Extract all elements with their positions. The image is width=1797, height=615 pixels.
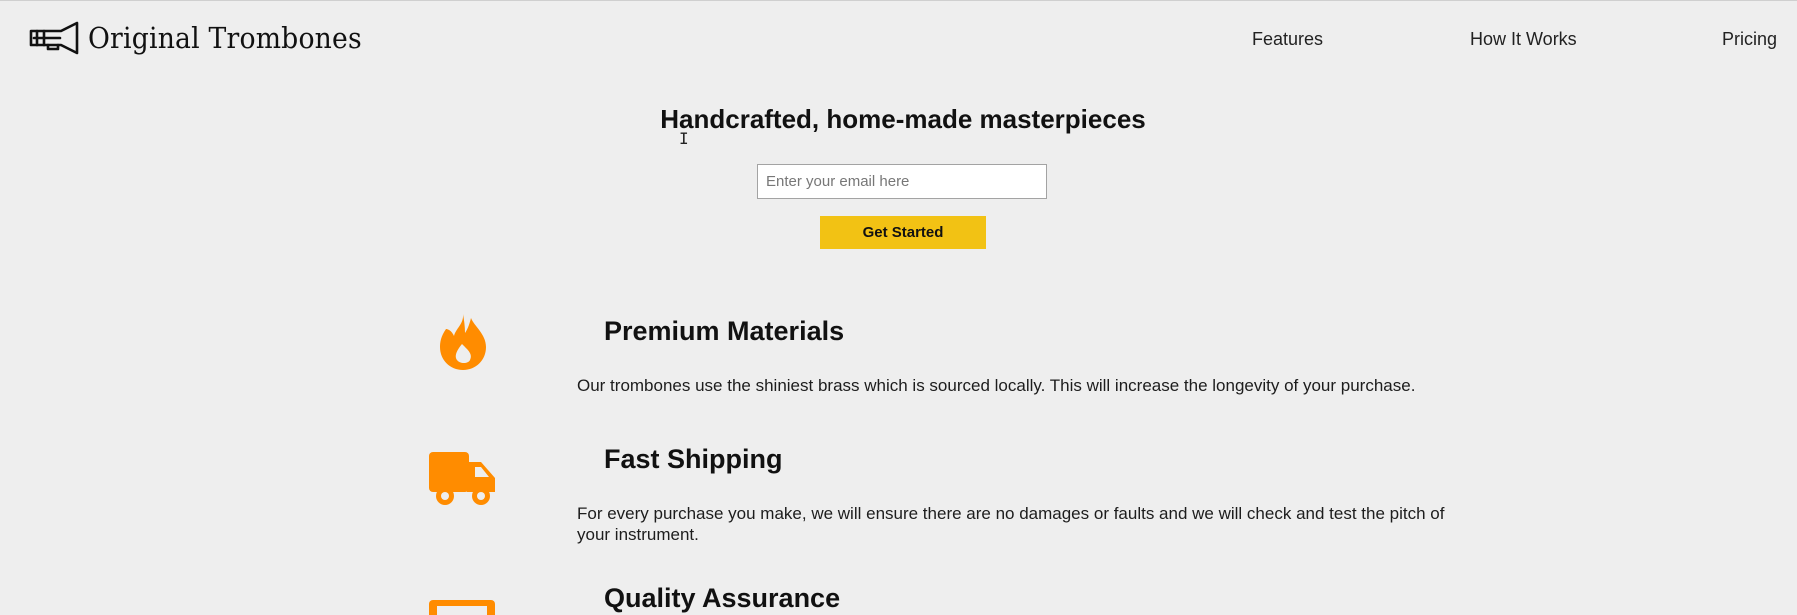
brand-logo-link[interactable]: Original Trombones [28, 18, 386, 58]
nav-link-pricing[interactable]: Pricing [1722, 29, 1777, 50]
brand-name: Original Trombones [88, 21, 362, 55]
get-started-button[interactable]: Get Started [820, 216, 986, 249]
nav-link-how-it-works[interactable]: How It Works [1470, 29, 1577, 50]
nav-link-features[interactable]: Features [1252, 29, 1323, 50]
feature-description: For every purchase you make, we will ens… [577, 504, 1445, 544]
fire-icon [440, 314, 486, 370]
site-header: Original Trombones Features How It Works… [0, 0, 1797, 78]
landing-page: Original Trombones Features How It Works… [0, 0, 1797, 615]
email-input[interactable] [757, 164, 1047, 199]
feature-title: Quality Assurance [604, 583, 841, 613]
feature-title: Fast Shipping [604, 444, 783, 474]
feature-title: Premium Materials [604, 316, 845, 346]
text-cursor-icon: I [679, 129, 689, 148]
truck-icon [429, 452, 495, 505]
trombone-icon [29, 21, 79, 55]
feature-description: Our trombones use the shiniest brass whi… [577, 376, 1416, 395]
certificate-icon [429, 600, 495, 615]
hero-title: Handcrafted, home-made masterpieces [660, 104, 1146, 134]
